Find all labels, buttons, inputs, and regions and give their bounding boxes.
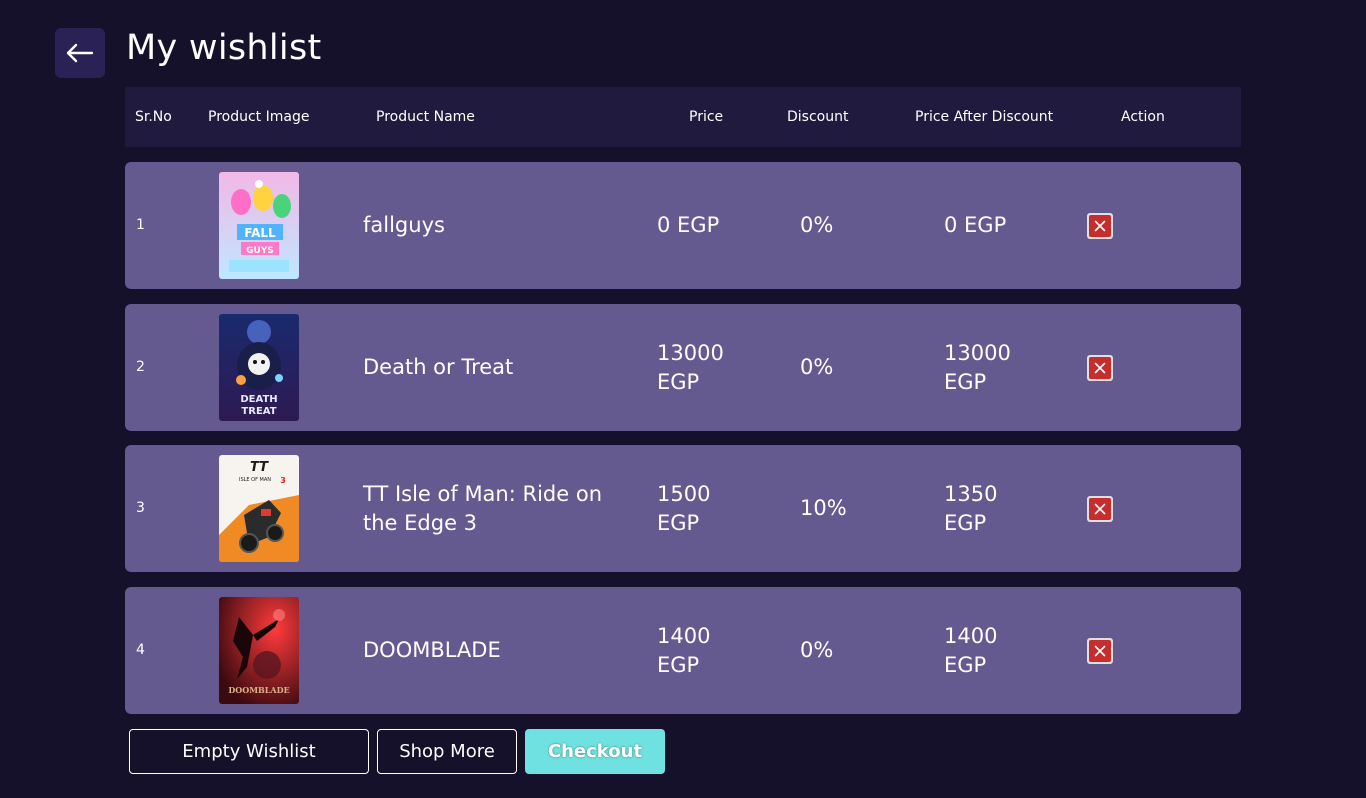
row-price-after-discount: 13000 EGP [944, 340, 1011, 394]
row-discount: 0% [800, 213, 834, 237]
row-price: 13000 EGP [657, 340, 724, 394]
header-price-after-discount: Price After Discount [915, 109, 1054, 125]
row-sr-no: 1 [136, 217, 145, 233]
fallguys-cover-image[interactable]: FALL GUYS [219, 172, 299, 279]
row-price-after-discount: 0 EGP [944, 213, 1007, 237]
shop-more-button[interactable]: Shop More [377, 729, 517, 774]
svg-text:ISLE OF MAN: ISLE OF MAN [239, 477, 271, 483]
back-button[interactable] [55, 28, 105, 78]
doomblade-cover-image[interactable]: DOOMBLADE [219, 597, 299, 704]
empty-wishlist-button[interactable]: Empty Wishlist [129, 729, 369, 774]
header-product-image: Product Image [208, 109, 310, 125]
row-product-name: fallguys [363, 213, 445, 237]
row-sr-no: 4 [136, 642, 145, 658]
remove-button[interactable] [1087, 212, 1113, 239]
row-price: 1500 EGP [657, 481, 711, 535]
svg-text:3: 3 [280, 476, 286, 485]
row-price: 1400 EGP [657, 623, 711, 677]
row-price-after-discount: 1400 EGP [944, 623, 998, 677]
svg-text:GUYS: GUYS [246, 246, 274, 256]
row-price-after-discount: 1350 EGP [944, 481, 998, 535]
page-title: My wishlist [126, 28, 322, 68]
header-discount: Discount [787, 109, 849, 125]
svg-text:FALL: FALL [244, 226, 276, 240]
row-price: 0 EGP [657, 213, 720, 237]
svg-text:DOOMBLADE: DOOMBLADE [228, 685, 289, 695]
svg-text:TT: TT [250, 460, 269, 475]
header-product-name: Product Name [376, 109, 475, 125]
remove-icon [1089, 214, 1111, 237]
row-sr-no: 3 [136, 500, 145, 516]
remove-icon [1089, 497, 1111, 520]
table-row: 3 TT ISLE OF MAN 3 TT Isle of Man: Ride … [125, 445, 1241, 572]
remove-button[interactable] [1087, 637, 1113, 664]
wishlist-page: My wishlist Sr.No Product Image Product … [0, 0, 1366, 798]
row-product-name: DOOMBLADE [363, 638, 501, 662]
remove-button[interactable] [1087, 354, 1113, 381]
tt-isle-of-man-cover-image[interactable]: TT ISLE OF MAN 3 [219, 455, 299, 562]
row-sr-no: 2 [136, 359, 145, 375]
remove-icon [1089, 356, 1111, 379]
header-price: Price [689, 109, 724, 125]
arrow-left-icon [66, 43, 94, 63]
row-product-name: Death or Treat [363, 355, 514, 379]
row-product-name: TT Isle of Man: Ride on the Edge 3 [363, 481, 602, 535]
table-row: 2 DEATH TREAT Death or Treat 13000 EGP 0… [125, 304, 1241, 431]
row-discount: 0% [800, 638, 834, 662]
remove-button[interactable] [1087, 495, 1113, 522]
table-header: Sr.No Product Image Product Name Price D… [125, 87, 1241, 147]
death-or-treat-cover-image[interactable]: DEATH TREAT [219, 314, 299, 421]
svg-text:DEATH: DEATH [240, 394, 277, 405]
row-discount: 10% [800, 496, 847, 520]
header-action: Action [1121, 109, 1165, 125]
row-discount: 0% [800, 355, 834, 379]
table-row: 4 DOOMBLADE DOOMBLADE 1400 EGP 0% 1400 E… [125, 587, 1241, 714]
svg-text:TREAT: TREAT [241, 406, 276, 417]
table-row: 1 FALL GUYS fallguys 0 EGP 0% 0 EGP [125, 162, 1241, 289]
header-sr-no: Sr.No [135, 109, 172, 125]
remove-icon [1089, 639, 1111, 662]
checkout-button[interactable]: Checkout [525, 729, 665, 774]
